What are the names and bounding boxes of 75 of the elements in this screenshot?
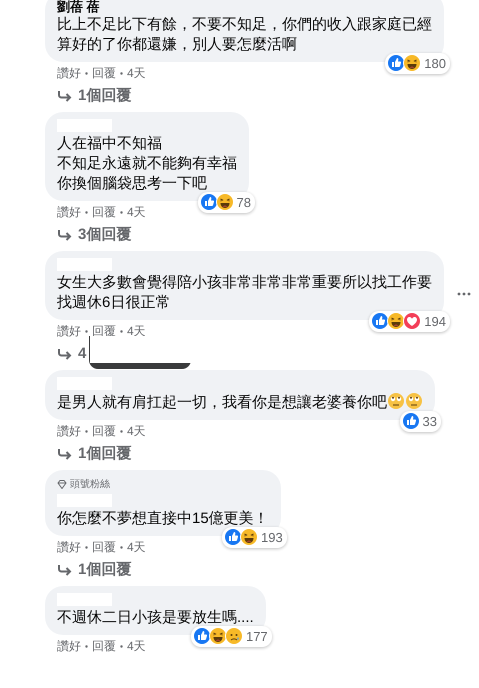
separator-dot [85, 210, 88, 214]
reply-link[interactable]: 回覆 [92, 422, 116, 440]
separator-dot [120, 546, 123, 548]
commenter-name[interactable]: 劉蓓 蓓 [57, 0, 432, 15]
reply-link[interactable]: 回覆 [92, 538, 116, 556]
like-link[interactable]: 讚好 [57, 538, 81, 556]
reply-arrow-icon [57, 448, 72, 460]
heart-reaction-icon [403, 312, 422, 330]
reply-link[interactable]: 回覆 [92, 203, 116, 221]
reaction-summary[interactable]: 180 [385, 52, 450, 74]
like-reaction-icon [371, 312, 390, 330]
comment-text: 找週休6日很正常 [57, 293, 172, 313]
like-reaction-icon [402, 412, 420, 430]
timestamp-link[interactable]: 4天 [127, 322, 146, 340]
separator-dot [120, 210, 123, 214]
timestamp-link[interactable]: 4天 [127, 637, 146, 655]
laughing-reaction-icon [387, 312, 406, 330]
eye-roll-emoji-icon [387, 392, 405, 410]
reply-arrow-icon [57, 229, 72, 241]
timestamp-link[interactable]: 4天 [127, 422, 146, 440]
reaction-summary[interactable]: 78 [198, 192, 255, 213]
like-link[interactable]: 讚好 [57, 64, 81, 82]
like-link[interactable]: 讚好 [57, 422, 81, 440]
reaction-summary[interactable]: 33 [400, 410, 441, 432]
badge-label: 頭號粉絲 [70, 478, 110, 492]
replies-link[interactable]: 1個回覆 [78, 84, 132, 108]
replies-link[interactable]: 1個回覆 [78, 558, 132, 582]
comment-text: 比上不足比下有餘，不要不知足，你們的收入跟家庭已經 [57, 15, 432, 35]
like-reaction-icon [200, 193, 218, 212]
comment-text: 人在福中不知福 [57, 134, 163, 154]
like-reaction-icon [224, 528, 242, 546]
like-link[interactable]: 讚好 [57, 637, 81, 655]
diamond-icon [57, 480, 67, 489]
separator-dot [85, 330, 88, 332]
reaction-summary[interactable]: 193 [222, 526, 287, 548]
reply-arrow-icon [57, 90, 72, 102]
like-reaction-icon [192, 627, 211, 646]
separator-dot [120, 330, 123, 332]
comment-text: 是男人就有肩扛起一切，我看你是想讓老婆養你吧 [57, 392, 423, 413]
sad-reaction-icon [224, 627, 243, 646]
comment-text: 不知足永遠就不能夠有幸福 [57, 154, 237, 174]
comment-text: 算好的了你都還嫌，別人要怎麼活啊 [57, 35, 298, 55]
laughing-reaction-icon [240, 528, 258, 546]
separator-dot [120, 644, 123, 648]
eye-roll-emoji-icon [405, 392, 423, 410]
separator-dot [120, 72, 123, 74]
replies-link[interactable]: 3個回覆 [78, 224, 132, 246]
reply-link[interactable]: 回覆 [92, 64, 116, 82]
comment-text: 不週休二日小孩是要放生嗎.... [57, 608, 254, 628]
reaction-summary[interactable]: 194 [369, 310, 450, 332]
comment-text: 你怎麼不夢想直接中15億更美！ [57, 509, 269, 529]
like-link[interactable]: 讚好 [57, 203, 81, 221]
timestamp-link[interactable]: 4天 [127, 64, 146, 82]
more-options-icon[interactable] [457, 292, 471, 296]
separator-dot [120, 430, 123, 432]
like-link[interactable]: 讚好 [57, 322, 81, 340]
timestamp-link[interactable]: 4天 [127, 203, 146, 221]
separator-dot [85, 72, 88, 74]
timestamp-link[interactable]: 4天 [127, 538, 146, 556]
laughing-reaction-icon [403, 54, 422, 72]
laughing-reaction-icon [208, 627, 227, 646]
reaction-summary[interactable]: 177 [190, 626, 272, 647]
separator-dot [85, 430, 88, 432]
separator-dot [85, 546, 88, 548]
like-reaction-icon [387, 54, 406, 72]
replies-link[interactable]: 4 [78, 342, 86, 366]
replies-link[interactable]: 1個回覆 [78, 442, 132, 466]
separator-dot [85, 644, 88, 648]
reply-link[interactable]: 回覆 [92, 637, 116, 655]
reply-link[interactable]: 回覆 [92, 322, 116, 340]
reply-arrow-icon [57, 564, 72, 576]
comment-text: 你換個腦袋思考一下吧 [57, 174, 208, 194]
laughing-reaction-icon [216, 193, 234, 212]
reply-arrow-icon [57, 348, 72, 360]
comment-text: 女生大多數會覺得陪小孩非常非常非常重要所以找工作要 [57, 273, 432, 293]
